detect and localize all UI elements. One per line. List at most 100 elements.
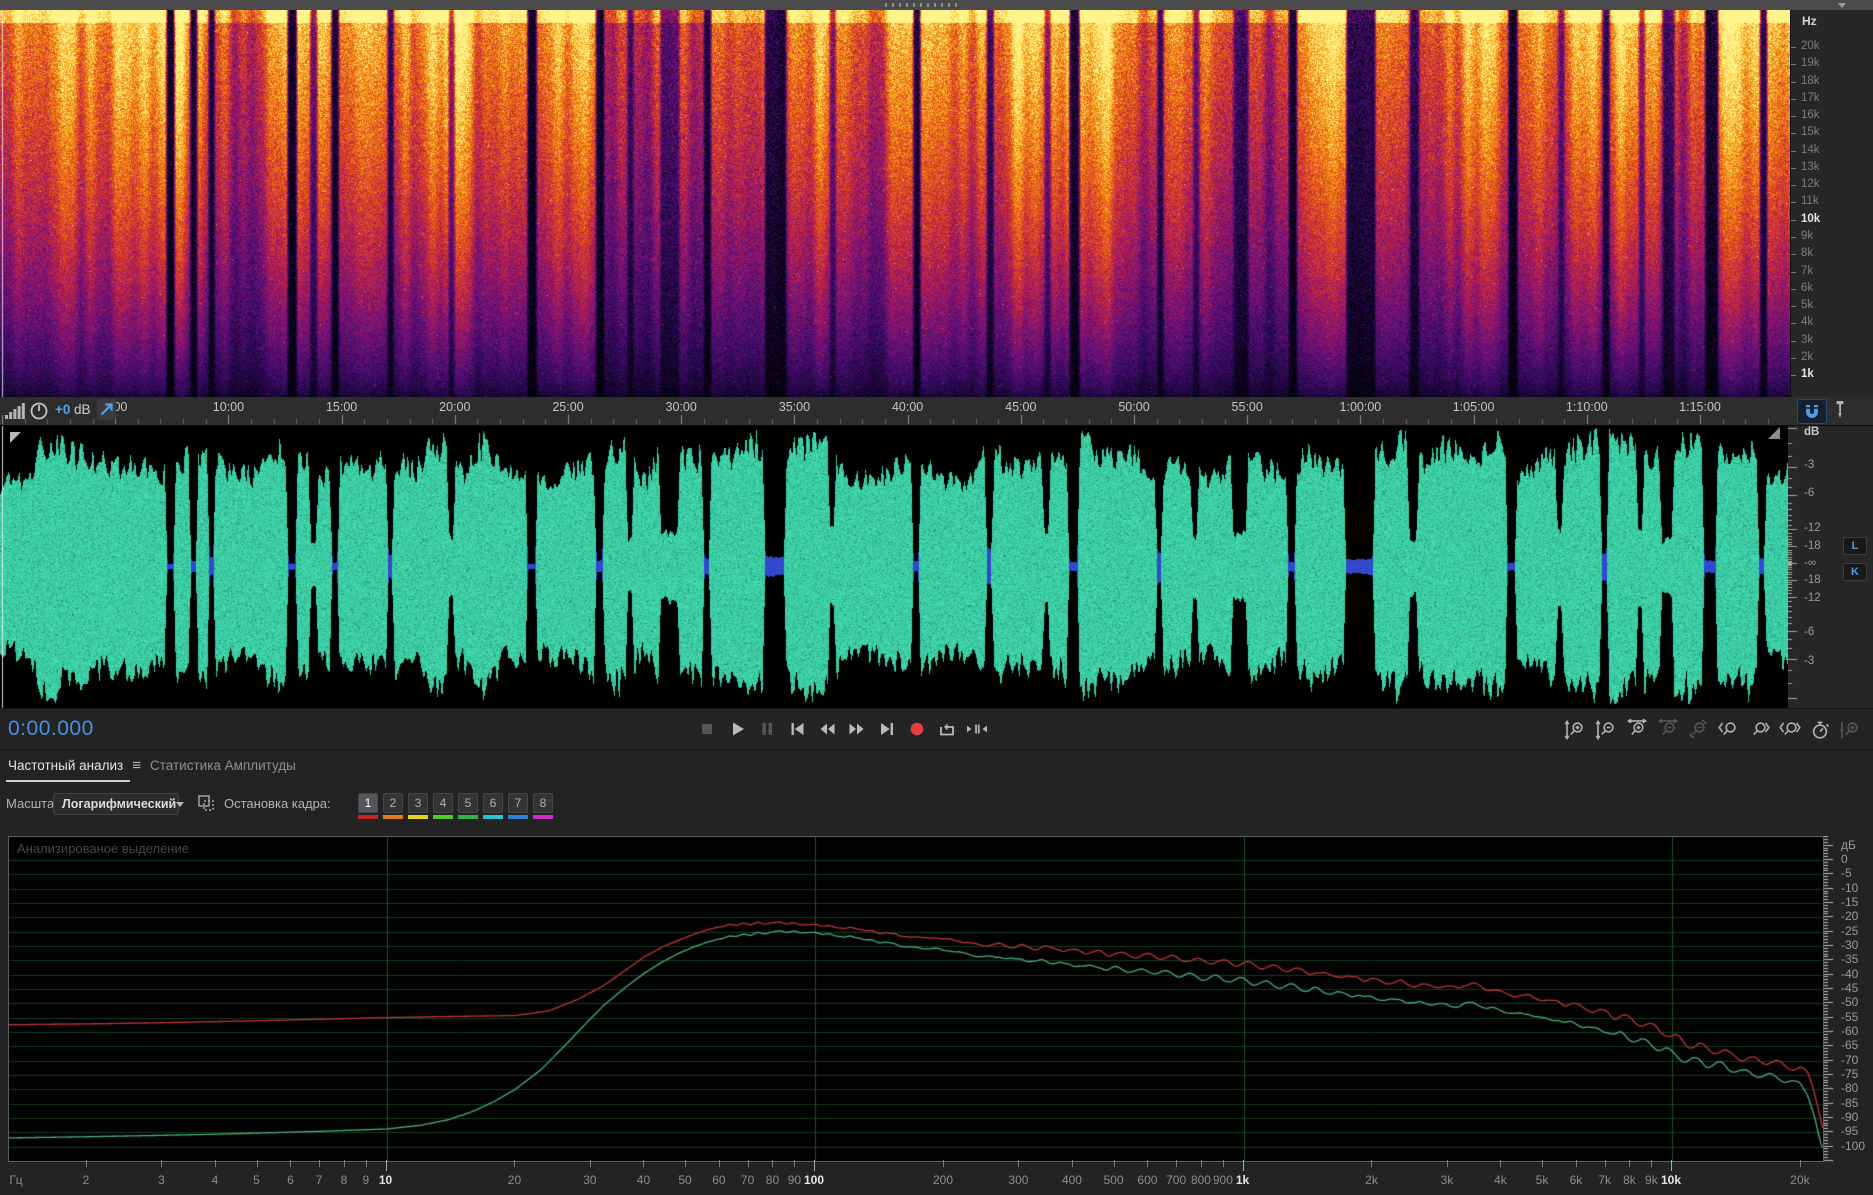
zoom-in-vertical-button[interactable]	[1563, 717, 1589, 743]
frame-hold-button-1[interactable]: 1	[358, 793, 378, 813]
timeline-tick-marks	[0, 411, 1790, 425]
panel-divider-bar[interactable]	[0, 0, 1873, 10]
frequency-tick	[1791, 185, 1796, 187]
zoom-reset-button[interactable]	[1685, 717, 1711, 743]
hz-axis-tick-label: 10	[378, 1173, 393, 1187]
skip-to-start-button[interactable]	[784, 716, 810, 742]
frequency-tick	[1791, 306, 1796, 308]
hz-axis-tick-label: 2k	[1365, 1173, 1378, 1187]
zoom-out-horizontal-button[interactable]	[1655, 717, 1681, 743]
panel-menu-chevron-icon[interactable]	[1838, 3, 1846, 8]
db-axis-tick-label: -70	[1841, 1052, 1859, 1067]
frequency-tick	[1791, 167, 1796, 169]
frame-hold-button-3[interactable]: 3	[408, 793, 428, 813]
skip-to-end-button[interactable]	[874, 716, 900, 742]
zoom-in-at-in-point-button[interactable]	[1716, 717, 1742, 743]
spectrogram-display[interactable]	[0, 10, 1790, 397]
timeline-ruler[interactable]: +0 dB 5:0010:0015:0020:0025:0030:0035:00…	[0, 397, 1873, 426]
hz-axis-tick	[257, 1160, 258, 1167]
amplitude-db-label: -3	[1804, 459, 1815, 471]
play-button[interactable]	[724, 716, 750, 742]
hz-axis-tick-label: 700	[1166, 1173, 1187, 1187]
amplitude-db-label: dB	[1804, 426, 1820, 438]
db-axis-tick-label: -20	[1841, 909, 1859, 924]
stop-button[interactable]	[694, 716, 720, 742]
analysis-controls: Масштаб: Логарифмический Остановка кадра…	[0, 786, 1873, 836]
pin-playhead-button[interactable]	[1833, 400, 1851, 422]
fast-forward-button[interactable]	[844, 716, 870, 742]
zoom-full-button[interactable]	[1838, 717, 1864, 743]
hz-axis-tick	[215, 1160, 216, 1167]
hz-axis-tick-label: 8	[340, 1173, 348, 1187]
snap-arrow-button[interactable]	[97, 399, 116, 420]
hz-axis-unit-label: Гц	[9, 1173, 23, 1187]
panel-tab-bar: Частотный анализ ≡ Статистика Амплитуды	[0, 750, 1873, 786]
frame-hold-button-8[interactable]: 8	[533, 793, 553, 813]
amplitude-scale: dB -3 -6 -12 -18 -∞ -18 -12 -6 -3 L K	[1788, 426, 1873, 708]
transport-bar: 0:00.000	[0, 708, 1873, 750]
copy-snapshot-button[interactable]	[196, 793, 216, 818]
skip-selection-button[interactable]	[964, 716, 990, 742]
db-axis-tick-label: 0	[1841, 852, 1848, 866]
channel-right-button[interactable]: K	[1843, 563, 1867, 581]
waveform-display[interactable]	[0, 426, 1788, 708]
db-axis-tick-label: -15	[1841, 894, 1859, 909]
hz-axis-tick	[1176, 1160, 1177, 1167]
hz-axis-tick	[814, 1160, 815, 1171]
channel-left-button[interactable]: L	[1843, 537, 1867, 555]
drag-handle-icon[interactable]	[885, 3, 957, 7]
plot-overlay-label: Анализированое выделение	[17, 841, 189, 856]
frame-hold-button-4[interactable]: 4	[433, 793, 453, 813]
zoom-in-at-out-point-button[interactable]	[1746, 717, 1772, 743]
frequency-tick	[1791, 202, 1796, 204]
record-button[interactable]	[904, 716, 930, 742]
scroll-grip-icon[interactable]	[1768, 427, 1781, 445]
magnet-icon	[1806, 404, 1818, 418]
hz-axis-tick	[719, 1160, 720, 1167]
hz-axis-tick-label: 6	[287, 1173, 294, 1187]
active-tab-underline	[6, 780, 130, 782]
pause-button[interactable]	[754, 716, 780, 742]
frame-hold-button-2[interactable]: 2	[383, 793, 403, 813]
refresh-timer-button[interactable]	[1807, 717, 1833, 743]
zoom-in-horizontal-button[interactable]	[1624, 717, 1650, 743]
db-axis-tick-label: -40	[1841, 966, 1859, 981]
snapping-magnet-button[interactable]	[1797, 399, 1827, 424]
tab-frequency-analysis[interactable]: Частотный анализ ≡	[8, 757, 141, 774]
time-display[interactable]: 0:00.000	[8, 717, 94, 741]
frame-hold-button-6[interactable]: 6	[483, 793, 503, 813]
db-axis-tick-label: -45	[1841, 980, 1859, 995]
hz-axis-tick	[772, 1160, 773, 1167]
hz-axis-tick	[1671, 1160, 1672, 1171]
frequency-scale: Hz 20k 19k 18k 17k 16k 15k 14k 13k 12k 11k 10k 9k 8k…	[1790, 10, 1873, 397]
frequency-label: 19k	[1801, 57, 1820, 70]
frequency-label: 17k	[1801, 91, 1820, 104]
db-axis-tick-label: -75	[1841, 1066, 1859, 1081]
frequency-tick	[1791, 340, 1796, 342]
frequency-label: 1k	[1801, 368, 1814, 381]
frequency-tick	[1791, 357, 1796, 359]
rewind-button[interactable]	[814, 716, 840, 742]
hz-axis-tick	[1605, 1160, 1606, 1167]
scale-dropdown[interactable]: Логарифмический	[53, 793, 185, 815]
zoom-to-selection-button[interactable]	[1777, 717, 1803, 743]
selection-grip-icon[interactable]	[10, 431, 22, 449]
frequency-label: 8k	[1801, 247, 1814, 260]
hz-axis-tick	[344, 1160, 345, 1167]
tab-amplitude-statistics[interactable]: Статистика Амплитуды	[150, 758, 296, 773]
scale-dropdown-value: Логарифмический	[62, 797, 177, 811]
frequency-tick	[1791, 236, 1796, 238]
panel-menu-icon[interactable]: ≡	[132, 757, 141, 774]
frequency-label: 6k	[1801, 281, 1814, 294]
frequency-label: 3k	[1801, 333, 1814, 346]
hz-axis-tick-label: 2	[82, 1173, 90, 1187]
hz-axis-tick-label: 400	[1061, 1173, 1082, 1187]
frame-hold-button-5[interactable]: 5	[458, 793, 478, 813]
hz-axis-tick-label: 8k	[1623, 1173, 1636, 1187]
zoom-out-vertical-button[interactable]	[1594, 717, 1620, 743]
loop-playback-button[interactable]	[934, 716, 960, 742]
frame-hold-button-7[interactable]: 7	[508, 793, 528, 813]
frequency-label: 11k	[1801, 195, 1819, 208]
hz-axis-tick-label: 50	[678, 1173, 692, 1187]
hz-axis-tick-label: 600	[1137, 1173, 1158, 1187]
